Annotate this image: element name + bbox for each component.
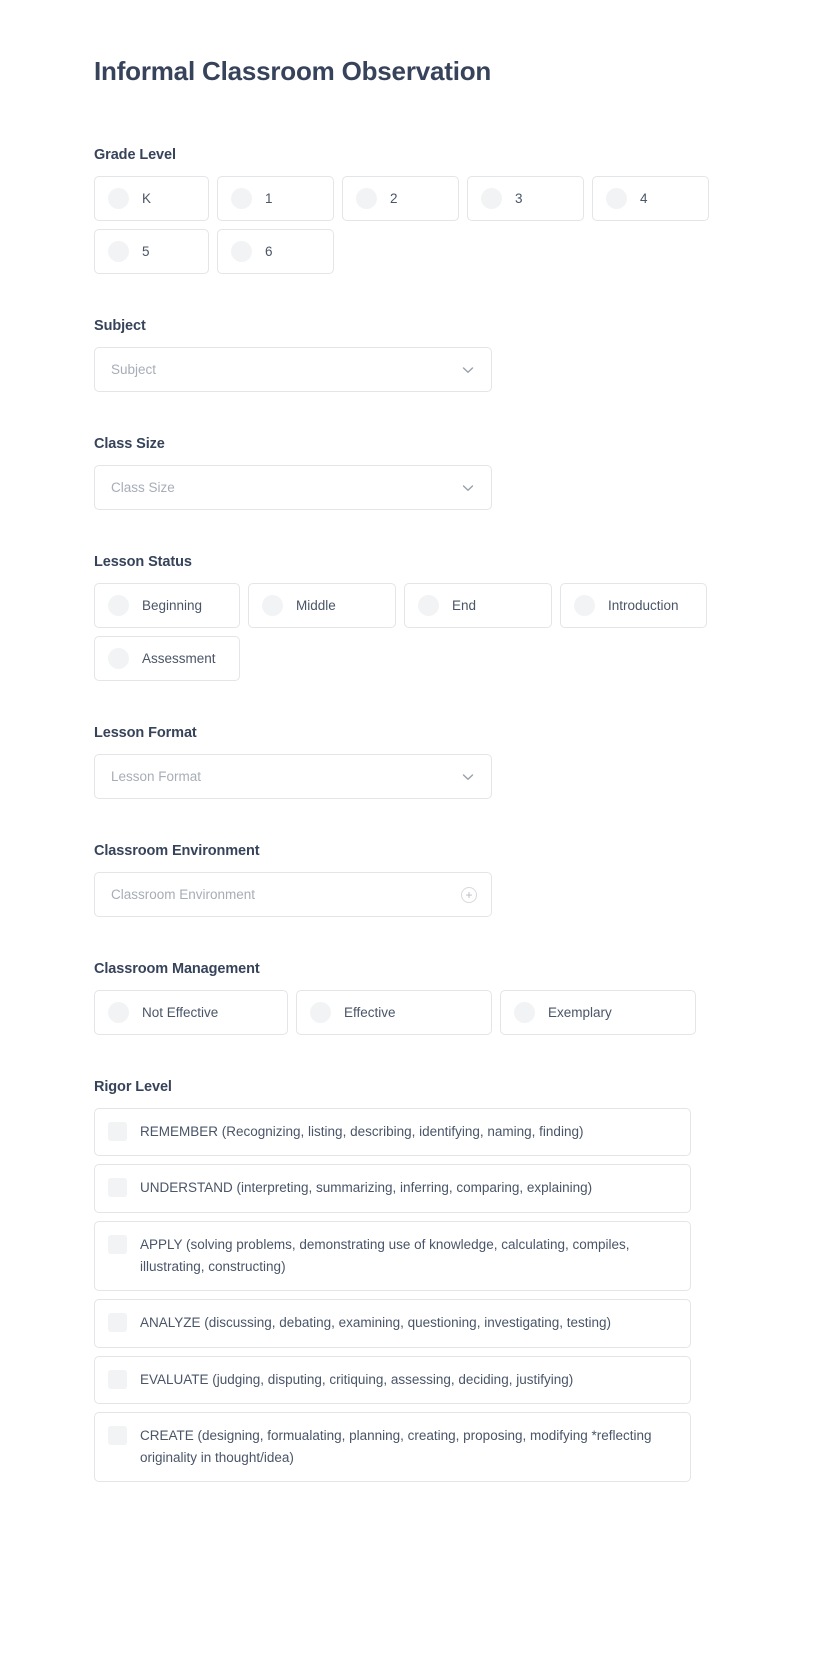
- grade-level-option-3[interactable]: 3: [467, 176, 584, 222]
- option-label: Assessment: [142, 651, 216, 667]
- radio-icon[interactable]: [514, 1002, 535, 1024]
- subject-select[interactable]: Subject: [94, 347, 492, 393]
- field-subject: Subject Subject: [94, 318, 746, 393]
- option-label: 3: [515, 191, 523, 207]
- option-label: APPLY (solving problems, demonstrating u…: [140, 1236, 630, 1274]
- option-label: 6: [265, 244, 273, 260]
- classroom-management-option-effective[interactable]: Effective: [296, 990, 492, 1036]
- rigor-level-label: Rigor Level: [94, 1079, 172, 1096]
- chevron-down-icon[interactable]: [461, 770, 475, 784]
- lesson-format-placeholder: Lesson Format: [111, 769, 202, 785]
- chevron-down-icon[interactable]: [461, 363, 475, 377]
- subject-label: Subject: [94, 318, 146, 335]
- radio-icon[interactable]: [574, 595, 595, 617]
- option-label: REMEMBER (Recognizing, listing, describi…: [140, 1124, 584, 1140]
- checkbox-icon[interactable]: [108, 1425, 127, 1445]
- option-label: Middle: [296, 598, 336, 614]
- classroom-environment-placeholder: Classroom Environment: [111, 887, 256, 903]
- field-lesson-format: Lesson Format Lesson Format: [94, 725, 746, 800]
- rigor-level-option-understand[interactable]: UNDERSTAND (interpreting, summarizing, i…: [94, 1164, 691, 1213]
- radio-icon[interactable]: [108, 648, 129, 670]
- plus-circle-icon[interactable]: +: [461, 886, 477, 903]
- radio-icon[interactable]: [606, 188, 627, 210]
- option-label: 4: [640, 191, 648, 207]
- option-label: Introduction: [608, 598, 679, 614]
- lesson-status-option-end[interactable]: End: [404, 583, 552, 629]
- field-rigor-level: Rigor Level REMEMBER (Recognizing, listi…: [94, 1079, 746, 1483]
- field-grade-level: Grade Level K 1 2 3 4 5 6: [94, 147, 746, 275]
- field-classroom-environment: Classroom Environment Classroom Environm…: [94, 843, 746, 918]
- subject-placeholder: Subject: [111, 362, 157, 378]
- grade-level-option-2[interactable]: 2: [342, 176, 459, 222]
- option-label: Not Effective: [142, 1005, 219, 1021]
- radio-icon[interactable]: [108, 595, 129, 617]
- rigor-level-option-create[interactable]: CREATE (designing, formualating, plannin…: [94, 1411, 691, 1483]
- lesson-status-options: Beginning Middle End Introduction Assess…: [94, 583, 746, 682]
- option-label: Beginning: [142, 598, 203, 614]
- field-class-size: Class Size Class Size: [94, 436, 746, 511]
- lesson-status-option-introduction[interactable]: Introduction: [560, 583, 707, 629]
- classroom-management-option-exemplary[interactable]: Exemplary: [500, 990, 696, 1036]
- radio-icon[interactable]: [108, 241, 129, 263]
- checkbox-icon[interactable]: [108, 1369, 127, 1389]
- grade-level-option-k[interactable]: K: [94, 176, 209, 222]
- checkbox-icon[interactable]: [108, 1178, 127, 1198]
- option-label: UNDERSTAND (interpreting, summarizing, i…: [140, 1180, 593, 1196]
- option-label: 1: [265, 191, 273, 207]
- field-classroom-management: Classroom Management Not Effective Effec…: [94, 961, 746, 1036]
- class-size-select[interactable]: Class Size: [94, 465, 492, 511]
- classroom-environment-input[interactable]: Classroom Environment +: [94, 872, 492, 918]
- classroom-management-options: Not Effective Effective Exemplary: [94, 990, 746, 1036]
- lesson-format-select[interactable]: Lesson Format: [94, 754, 492, 800]
- lesson-status-option-middle[interactable]: Middle: [248, 583, 396, 629]
- radio-icon[interactable]: [310, 1002, 331, 1024]
- option-label: Exemplary: [548, 1005, 612, 1021]
- classroom-management-option-not-effective[interactable]: Not Effective: [94, 990, 288, 1036]
- radio-icon[interactable]: [108, 1002, 129, 1024]
- grade-level-label: Grade Level: [94, 147, 176, 164]
- lesson-status-option-assessment[interactable]: Assessment: [94, 636, 240, 682]
- radio-icon[interactable]: [356, 188, 377, 210]
- option-label: End: [452, 598, 477, 614]
- rigor-level-options: REMEMBER (Recognizing, listing, describi…: [94, 1108, 746, 1483]
- grade-level-option-4[interactable]: 4: [592, 176, 709, 222]
- observation-form-page: Informal Classroom Observation Grade Lev…: [0, 0, 840, 1556]
- grade-level-option-1[interactable]: 1: [217, 176, 334, 222]
- option-label: K: [142, 191, 152, 207]
- radio-icon[interactable]: [481, 188, 502, 210]
- radio-icon[interactable]: [262, 595, 283, 617]
- radio-icon[interactable]: [231, 188, 252, 210]
- radio-icon[interactable]: [231, 241, 252, 263]
- checkbox-icon[interactable]: [108, 1234, 127, 1254]
- classroom-environment-label: Classroom Environment: [94, 843, 260, 860]
- lesson-status-label: Lesson Status: [94, 554, 192, 571]
- page-title: Informal Classroom Observation: [94, 56, 492, 86]
- grade-level-option-6[interactable]: 6: [217, 229, 334, 275]
- rigor-level-option-analyze[interactable]: ANALYZE (discussing, debating, examining…: [94, 1299, 691, 1348]
- classroom-management-label: Classroom Management: [94, 961, 260, 978]
- lesson-format-label: Lesson Format: [94, 725, 197, 742]
- option-label: EVALUATE (judging, disputing, critiquing…: [140, 1371, 574, 1387]
- field-lesson-status: Lesson Status Beginning Middle End Intro…: [94, 554, 746, 682]
- class-size-label: Class Size: [94, 436, 165, 453]
- class-size-placeholder: Class Size: [111, 480, 175, 496]
- rigor-level-option-remember[interactable]: REMEMBER (Recognizing, listing, describi…: [94, 1108, 691, 1157]
- grade-level-option-5[interactable]: 5: [94, 229, 209, 275]
- rigor-level-option-apply[interactable]: APPLY (solving problems, demonstrating u…: [94, 1220, 691, 1292]
- radio-icon[interactable]: [108, 188, 129, 210]
- checkbox-icon[interactable]: [108, 1313, 127, 1333]
- option-label: 5: [142, 244, 150, 260]
- grade-level-options: K 1 2 3 4 5 6: [94, 176, 746, 275]
- lesson-status-option-beginning[interactable]: Beginning: [94, 583, 240, 629]
- option-label: Effective: [344, 1005, 396, 1021]
- checkbox-icon[interactable]: [108, 1122, 127, 1142]
- rigor-level-option-evaluate[interactable]: EVALUATE (judging, disputing, critiquing…: [94, 1355, 691, 1404]
- option-label: CREATE (designing, formualating, plannin…: [140, 1427, 652, 1466]
- chevron-down-icon[interactable]: [461, 481, 475, 495]
- radio-icon[interactable]: [418, 595, 439, 617]
- option-label: 2: [390, 191, 398, 207]
- option-label: ANALYZE (discussing, debating, examining…: [140, 1315, 612, 1331]
